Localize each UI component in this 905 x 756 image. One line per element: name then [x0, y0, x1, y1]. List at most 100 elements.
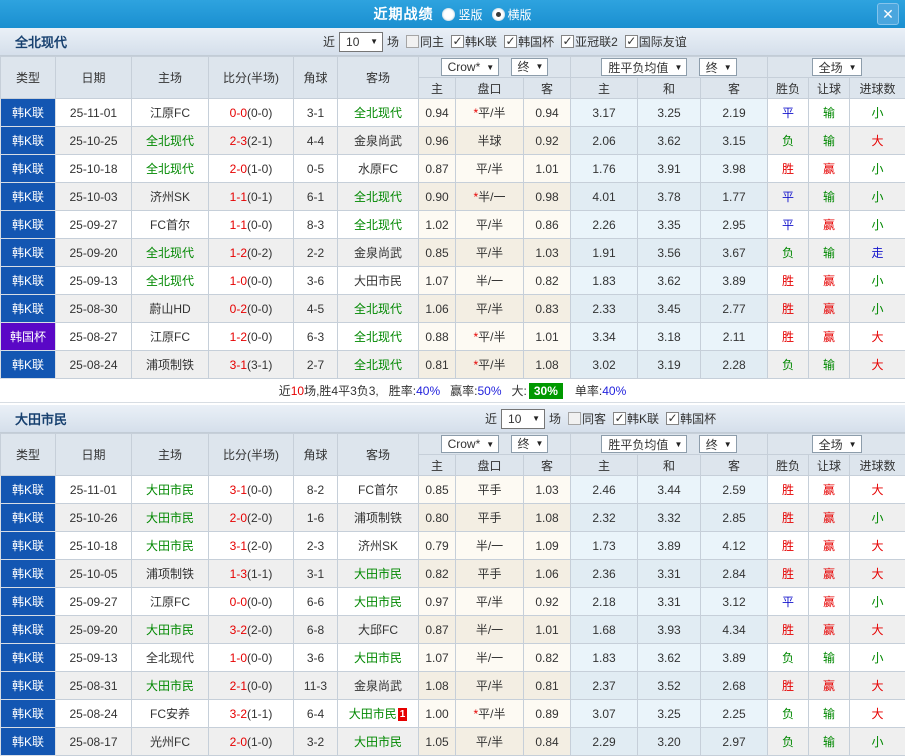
- sub-header-odds-home: 主: [419, 455, 456, 476]
- handicap-cell: *半/一: [456, 183, 524, 211]
- result-cell: 胜: [768, 476, 809, 504]
- league-filter-label: 韩国杯: [680, 410, 716, 427]
- avg-win-cell: 3.34: [571, 323, 638, 351]
- sub-header-result: 胜负: [768, 455, 809, 476]
- away-team-cell: 全北现代: [338, 183, 419, 211]
- games-label: 场: [549, 410, 561, 427]
- score-cell: 3-1(3-1): [209, 351, 294, 379]
- close-button[interactable]: ✕: [877, 3, 899, 25]
- corner-score-cell: 4-4: [294, 127, 338, 155]
- away-odds-cell: 0.92: [524, 127, 571, 155]
- match-scope-select[interactable]: 全场▼: [812, 58, 862, 76]
- match-scope-value: 全场: [819, 436, 843, 453]
- match-row: 韩K联25-09-20全北现代1-2(0-2)2-2金泉尚武0.85平/半1.0…: [1, 239, 905, 267]
- odds-company-select[interactable]: Crow*▼: [441, 435, 500, 453]
- spread-result-cell: 赢: [809, 588, 850, 616]
- table-header-row: 类型 日期 主场 比分(半场) 角球 客场 Crow*▼ 终▼ 胜平负均值▼ 终…: [1, 57, 905, 78]
- goals-result-cell: 小: [850, 155, 905, 183]
- avg-win-cell: 4.01: [571, 183, 638, 211]
- handicap-cell: 平/半: [456, 728, 524, 756]
- match-date-cell: 25-10-18: [56, 532, 132, 560]
- odds-company-select[interactable]: Crow*▼: [441, 58, 500, 76]
- avg-stage-select[interactable]: 终▼: [699, 435, 737, 453]
- sub-header-odds-home: 主: [419, 78, 456, 99]
- same-venue-checkbox[interactable]: [406, 35, 419, 48]
- odds-stage-select[interactable]: 终▼: [511, 58, 549, 76]
- sub-header-avg-lose: 客: [701, 78, 768, 99]
- chevron-down-icon: ▼: [674, 440, 682, 449]
- same-venue-checkbox[interactable]: [568, 412, 581, 425]
- home-odds-cell: 0.82: [419, 560, 456, 588]
- avg-type-value: 胜平负均值: [608, 436, 668, 453]
- match-date-cell: 25-09-13: [56, 644, 132, 672]
- radio-checked-icon: [492, 8, 505, 21]
- league-type-cell: 韩K联: [1, 351, 56, 379]
- big-rate-label: 大:: [512, 382, 527, 399]
- avg-win-cell: 3.07: [571, 700, 638, 728]
- avg-win-cell: 2.36: [571, 560, 638, 588]
- horizontal-layout-radio[interactable]: 横版: [492, 6, 532, 23]
- match-row: 韩K联25-08-31大田市民2-1(0-0)11-3金泉尚武1.08平/半0.…: [1, 672, 905, 700]
- league-filter-checkbox[interactable]: ✓: [561, 35, 574, 48]
- away-odds-cell: 1.03: [524, 239, 571, 267]
- league-filter-checkbox[interactable]: ✓: [451, 35, 464, 48]
- avg-lose-cell: 3.67: [701, 239, 768, 267]
- league-type-cell: 韩K联: [1, 700, 56, 728]
- odds-stage-select[interactable]: 终▼: [511, 435, 549, 453]
- corner-score-cell: 8-3: [294, 211, 338, 239]
- match-date-cell: 25-09-27: [56, 211, 132, 239]
- away-odds-cell: 0.82: [524, 267, 571, 295]
- match-scope-select[interactable]: 全场▼: [812, 435, 862, 453]
- avg-draw-cell: 3.62: [638, 644, 701, 672]
- avg-type-select[interactable]: 胜平负均值▼: [601, 58, 687, 76]
- chevron-down-icon: ▼: [370, 37, 378, 46]
- sub-header-spread: 让球: [809, 455, 850, 476]
- score-cell: 3-1(2-0): [209, 532, 294, 560]
- avg-win-cell: 1.73: [571, 532, 638, 560]
- filter-bar: 近 10 ▼ 场 同主 ✓韩K联✓韩国杯✓亚冠联2✓国际友谊: [323, 28, 687, 55]
- league-filter-checkbox[interactable]: ✓: [666, 412, 679, 425]
- home-team-cell: 全北现代: [132, 267, 209, 295]
- horizontal-layout-label: 横版: [508, 6, 532, 23]
- col-header-home: 主场: [132, 57, 209, 99]
- league-type-cell: 韩K联: [1, 616, 56, 644]
- avg-draw-cell: 3.78: [638, 183, 701, 211]
- col-header-corner: 角球: [294, 57, 338, 99]
- handicap-cell: 平手: [456, 560, 524, 588]
- match-row: 韩K联25-08-24FC安养3-2(1-1)6-4大田市民11.00*平/半0…: [1, 700, 905, 728]
- score-cell: 0-0(0-0): [209, 99, 294, 127]
- corner-score-cell: 4-5: [294, 295, 338, 323]
- league-type-cell: 韩K联: [1, 728, 56, 756]
- same-venue-label: 同客: [582, 410, 606, 427]
- home-team-cell: 全北现代: [132, 644, 209, 672]
- league-type-cell: 韩K联: [1, 644, 56, 672]
- vertical-layout-radio[interactable]: 竖版: [442, 6, 482, 23]
- away-odds-cell: 1.08: [524, 351, 571, 379]
- avg-draw-cell: 3.56: [638, 239, 701, 267]
- avg-win-cell: 1.91: [571, 239, 638, 267]
- home-team-cell: 济州SK: [132, 183, 209, 211]
- league-filter-checkbox[interactable]: ✓: [613, 412, 626, 425]
- recent-count-select[interactable]: 10 ▼: [501, 409, 545, 429]
- card-badge: 1: [398, 708, 408, 721]
- avg-lose-cell: 2.59: [701, 476, 768, 504]
- sub-header-avg-win: 主: [571, 455, 638, 476]
- league-filter-checkbox[interactable]: ✓: [625, 35, 638, 48]
- away-team-cell: 金泉尚武: [338, 672, 419, 700]
- league-filter-checkbox[interactable]: ✓: [504, 35, 517, 48]
- col-header-away: 客场: [338, 434, 419, 476]
- avg-win-cell: 2.33: [571, 295, 638, 323]
- big-rate-badge: 30%: [529, 383, 563, 399]
- home-odds-cell: 1.07: [419, 267, 456, 295]
- home-odds-cell: 0.87: [419, 616, 456, 644]
- league-type-cell: 韩K联: [1, 267, 56, 295]
- avg-type-select[interactable]: 胜平负均值 ▼: [601, 435, 687, 453]
- handicap-cell: 平/半: [456, 295, 524, 323]
- handicap-cell: 平手: [456, 476, 524, 504]
- dialog-title: 近期战绩: [373, 4, 433, 24]
- avg-stage-select[interactable]: 终▼: [699, 58, 737, 76]
- goals-result-cell: 小: [850, 728, 905, 756]
- recent-count-select[interactable]: 10 ▼: [339, 32, 383, 52]
- corner-score-cell: 8-2: [294, 476, 338, 504]
- avg-draw-cell: 3.20: [638, 728, 701, 756]
